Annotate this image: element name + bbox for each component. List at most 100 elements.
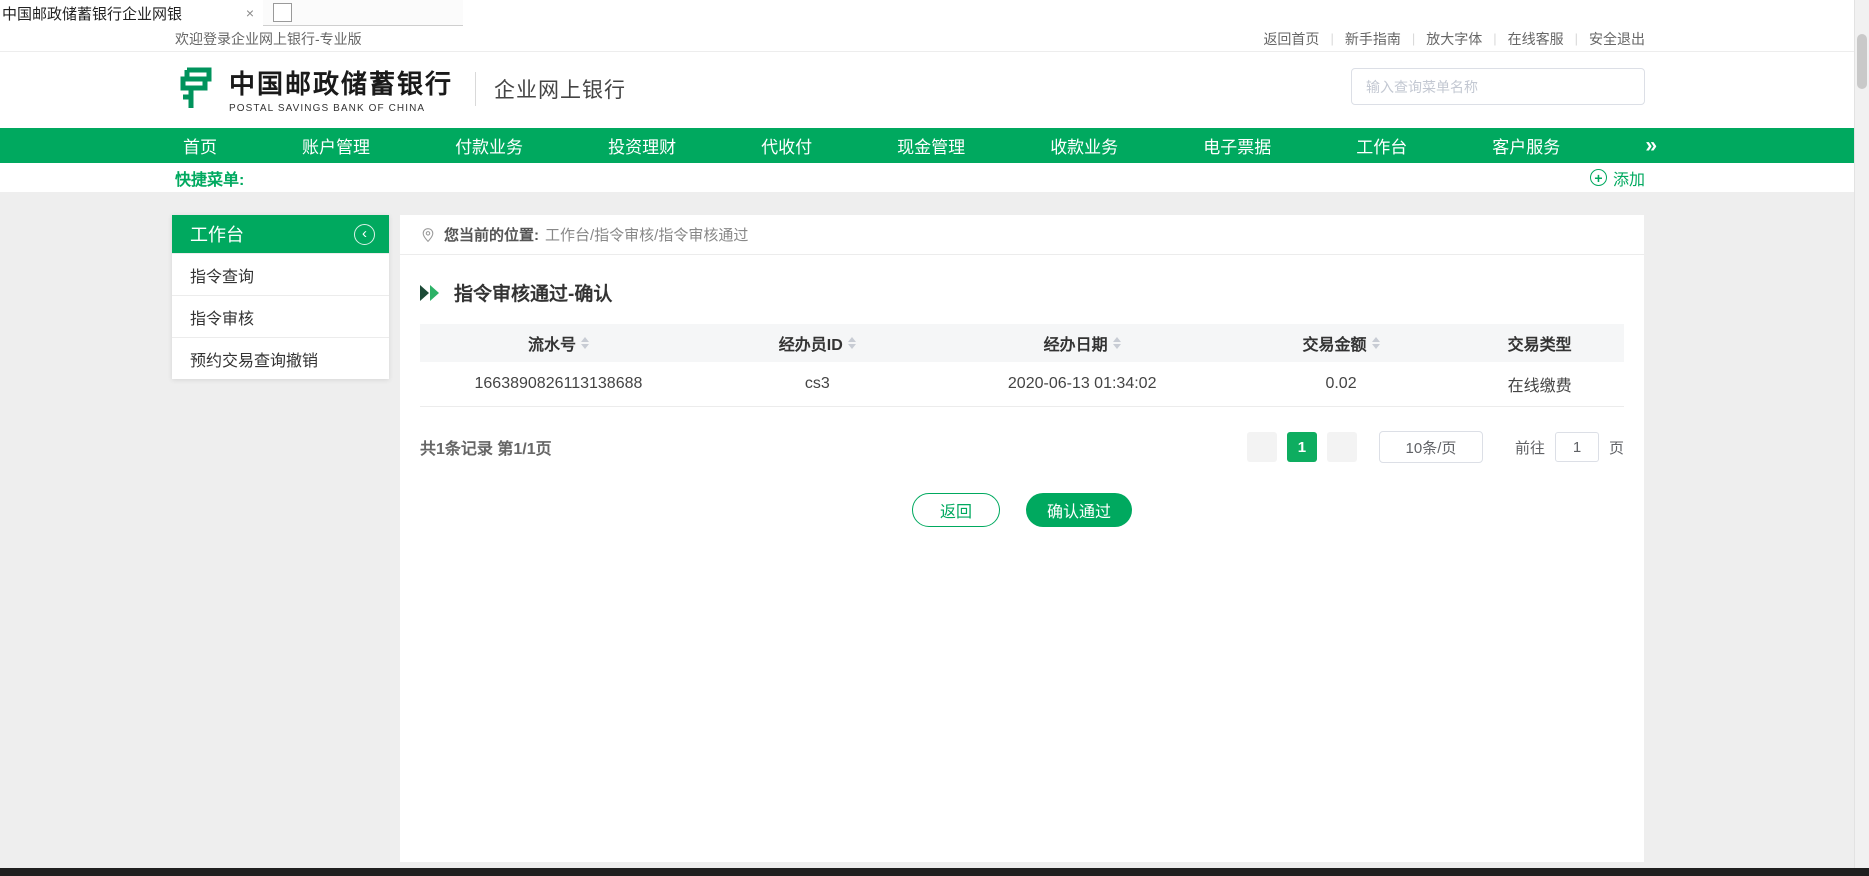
sort-icon[interactable]: [1113, 337, 1121, 349]
nav-item-home[interactable]: 首页: [183, 133, 217, 158]
pagination-row: 共1条记录 第1/1页 1 10条/页 前往 页: [400, 431, 1644, 463]
bank-brand: 中国邮政储蓄银行 POSTAL SAVINGS BANK OF CHINA 企业…: [175, 64, 626, 114]
col-header-label: 流水号: [528, 331, 576, 355]
goto-page-input[interactable]: [1555, 432, 1599, 462]
add-label: 添加: [1613, 166, 1645, 190]
nav-item-cash-management[interactable]: 现金管理: [897, 133, 965, 158]
col-header-type: 交易类型: [1455, 331, 1624, 355]
link-divider: |: [1493, 31, 1496, 46]
action-buttons: 返回 确认通过: [400, 493, 1644, 527]
cell-amount: 0.02: [1227, 375, 1456, 393]
brand-divider: [475, 72, 476, 106]
quick-menu-bar: 快捷菜单: + 添加: [0, 163, 1869, 192]
page-size-select[interactable]: 10条/页: [1379, 431, 1483, 463]
page-title-row: 指令审核通过-确认: [420, 279, 1624, 306]
sidebar: 工作台 ‹ 指令查询 指令审核 预约交易查询撤销: [172, 215, 389, 379]
col-header-label: 经办日期: [1044, 331, 1108, 355]
page-1-button[interactable]: 1: [1287, 432, 1317, 462]
col-header-label: 交易类型: [1508, 331, 1572, 355]
sidebar-header-workbench[interactable]: 工作台 ‹: [172, 215, 389, 253]
top-links: 返回首页 | 新手指南 | 放大字体 | 在线客服 | 安全退出: [1263, 29, 1645, 49]
browser-tab-title: 中国邮政储蓄银行企业网银: [2, 3, 240, 24]
location-pin-icon: [420, 227, 436, 243]
cell-serial: 1663890826113138688: [420, 375, 697, 393]
col-header-operator-id[interactable]: 经办员ID: [697, 331, 938, 355]
col-header-label: 经办员ID: [779, 331, 843, 355]
nav-item-receivables[interactable]: 收款业务: [1050, 133, 1118, 158]
top-link-guide[interactable]: 新手指南: [1345, 29, 1401, 49]
link-divider: |: [1575, 31, 1578, 46]
tab-close-icon[interactable]: ×: [246, 5, 254, 21]
bank-name-en: POSTAL SAVINGS BANK OF CHINA: [229, 103, 453, 114]
sidebar-header-label: 工作台: [190, 221, 244, 247]
sidebar-item-instruction-review[interactable]: 指令审核: [172, 295, 389, 337]
top-link-logout[interactable]: 安全退出: [1589, 29, 1645, 49]
sidebar-item-label: 预约交易查询撤销: [190, 347, 318, 371]
bottom-dark-bar: [0, 868, 1869, 876]
sort-icon[interactable]: [581, 337, 589, 349]
vertical-scrollbar[interactable]: [1854, 0, 1869, 868]
prev-page-button[interactable]: [1247, 432, 1277, 462]
browser-tab[interactable]: 中国邮政储蓄银行企业网银 ×: [0, 0, 262, 26]
goto-page-unit: 页: [1609, 437, 1624, 458]
menu-search-input[interactable]: [1351, 68, 1645, 105]
top-link-home[interactable]: 返回首页: [1263, 29, 1319, 49]
nav-item-accounts[interactable]: 账户管理: [302, 133, 370, 158]
back-button[interactable]: 返回: [912, 493, 1000, 527]
next-page-button[interactable]: [1327, 432, 1357, 462]
link-divider: |: [1412, 31, 1415, 46]
cell-date: 2020-06-13 01:34:02: [938, 375, 1227, 393]
nav-item-customer-service[interactable]: 客户服务: [1492, 133, 1560, 158]
breadcrumb-path: 工作台/指令审核/指令审核通过: [545, 224, 748, 245]
page-title: 指令审核通过-确认: [454, 279, 612, 306]
nav-item-payments[interactable]: 付款业务: [455, 133, 523, 158]
main-panel: 您当前的位置: 工作台/指令审核/指令审核通过 指令审核通过-确认 流水号: [400, 215, 1644, 862]
plus-circle-icon: +: [1590, 169, 1607, 186]
review-table: 流水号 经办员ID 经办日期 交易金额: [420, 324, 1624, 407]
table-header-row: 流水号 经办员ID 经办日期 交易金额: [420, 324, 1624, 362]
col-header-date[interactable]: 经办日期: [938, 331, 1227, 355]
bank-name-cn: 中国邮政储蓄银行: [229, 64, 453, 101]
breadcrumb: 您当前的位置: 工作台/指令审核/指令审核通过: [400, 215, 1644, 255]
add-quick-menu-button[interactable]: + 添加: [1590, 166, 1645, 190]
sidebar-item-label: 指令查询: [190, 263, 254, 287]
confirm-approve-button[interactable]: 确认通过: [1026, 493, 1132, 527]
table-row[interactable]: 1663890826113138688 cs3 2020-06-13 01:34…: [420, 362, 1624, 407]
bank-names: 中国邮政储蓄银行 POSTAL SAVINGS BANK OF CHINA: [229, 64, 453, 114]
welcome-bar: 欢迎登录企业网上银行-专业版 返回首页 | 新手指南 | 放大字体 | 在线客服…: [0, 26, 1869, 52]
welcome-text: 欢迎登录企业网上银行-专业版: [175, 29, 362, 49]
sidebar-item-label: 指令审核: [190, 305, 254, 329]
browser-tab-strip: 中国邮政储蓄银行企业网银 ×: [0, 0, 1869, 26]
col-header-serial[interactable]: 流水号: [420, 331, 697, 355]
breadcrumb-prefix: 您当前的位置:: [444, 224, 539, 245]
new-tab-button[interactable]: [273, 3, 292, 22]
new-tab-zone: [263, 0, 463, 26]
double-play-icon: [420, 285, 444, 301]
goto-page-label: 前往: [1515, 437, 1545, 458]
main-nav: 首页 账户管理 付款业务 投资理财 代收付 现金管理 收款业务 电子票据 工作台…: [0, 128, 1869, 163]
col-header-amount[interactable]: 交易金额: [1227, 331, 1456, 355]
sidebar-item-instruction-query[interactable]: 指令查询: [172, 253, 389, 295]
nav-item-collection-payment[interactable]: 代收付: [761, 133, 812, 158]
content-area: 工作台 ‹ 指令查询 指令审核 预约交易查询撤销 您当前的位置: 工作台/指令: [0, 192, 1869, 868]
psbc-logo-icon: [175, 65, 219, 113]
nav-item-e-bills[interactable]: 电子票据: [1203, 133, 1271, 158]
top-link-service[interactable]: 在线客服: [1508, 29, 1564, 49]
cell-operator-id: cs3: [697, 375, 938, 393]
screen: 中国邮政储蓄银行企业网银 × 欢迎登录企业网上银行-专业版 返回首页 | 新手指…: [0, 0, 1869, 876]
link-divider: |: [1330, 31, 1333, 46]
collapse-sidebar-icon[interactable]: ‹: [354, 224, 375, 245]
scrollbar-thumb[interactable]: [1857, 34, 1867, 89]
nav-more-icon[interactable]: »: [1645, 135, 1657, 156]
pagination-controls: 1 10条/页 前往 页: [1237, 431, 1624, 463]
logo-bar: 中国邮政储蓄银行 POSTAL SAVINGS BANK OF CHINA 企业…: [0, 52, 1869, 128]
top-link-font-size[interactable]: 放大字体: [1426, 29, 1482, 49]
records-summary: 共1条记录 第1/1页: [420, 435, 552, 459]
nav-item-workbench[interactable]: 工作台: [1356, 133, 1407, 158]
col-header-label: 交易金额: [1303, 331, 1367, 355]
sidebar-item-scheduled-txn-query-cancel[interactable]: 预约交易查询撤销: [172, 337, 389, 379]
product-name: 企业网上银行: [494, 74, 626, 104]
nav-item-investment[interactable]: 投资理财: [608, 133, 676, 158]
sort-icon[interactable]: [1372, 337, 1380, 349]
sort-icon[interactable]: [848, 337, 856, 349]
